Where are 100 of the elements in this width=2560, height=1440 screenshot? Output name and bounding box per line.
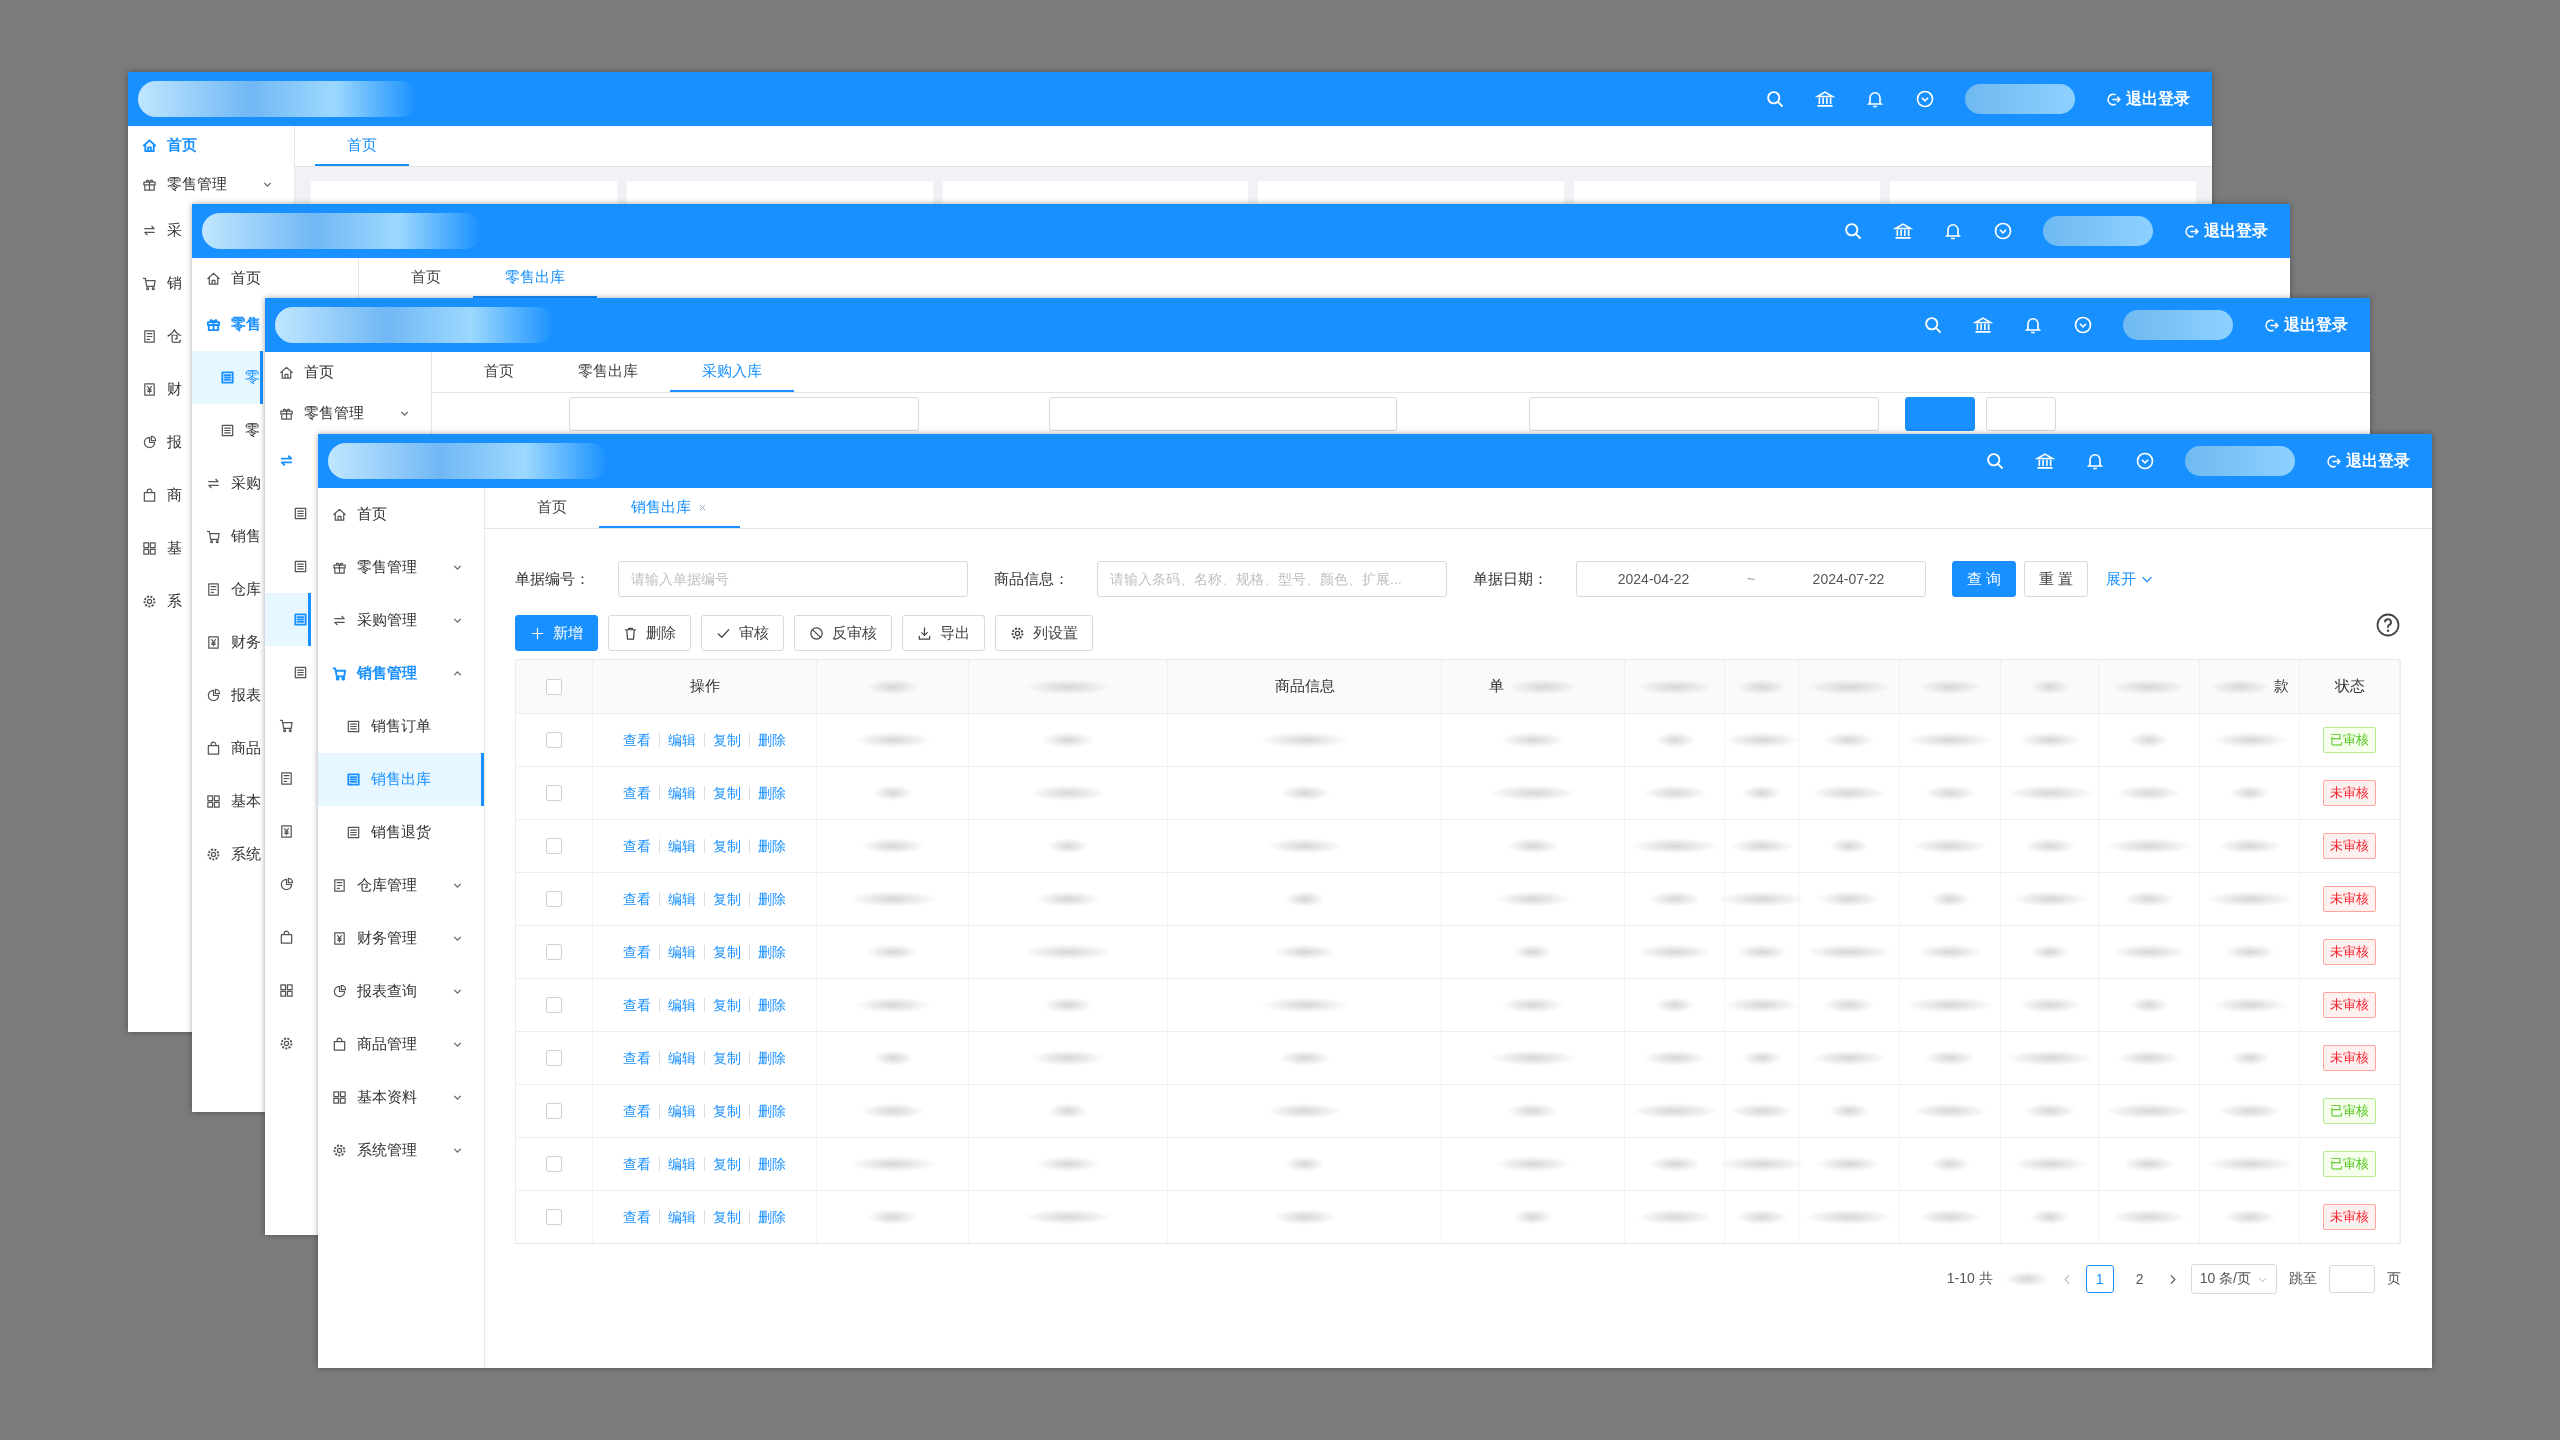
sidebar-item[interactable]: 商 <box>128 469 182 522</box>
action-link[interactable]: 编辑 <box>659 1051 704 1065</box>
action-link[interactable]: 删除 <box>749 1104 794 1118</box>
action-link[interactable]: 查看 <box>615 786 659 800</box>
checkbox[interactable] <box>546 1209 562 1225</box>
sidebar-item[interactable]: 基本资料 <box>318 1071 484 1124</box>
export-button[interactable]: 导出 <box>902 615 985 651</box>
chevron-circle-icon[interactable] <box>1915 89 1935 109</box>
date-range-field[interactable]: 2024-04-22 ~ 2024-07-22 <box>1576 561 1926 597</box>
sidebar-item[interactable]: 商品 <box>192 722 261 775</box>
action-link[interactable]: 复制 <box>704 786 749 800</box>
bell-icon[interactable] <box>2023 315 2043 335</box>
action-link[interactable]: 查看 <box>615 1210 659 1224</box>
action-link[interactable]: 删除 <box>749 1210 794 1224</box>
sidebar-item[interactable]: 仓库 <box>192 563 261 616</box>
sidebar-item[interactable]: 商品管理 <box>318 1018 484 1071</box>
bell-icon[interactable] <box>1943 221 1963 241</box>
action-link[interactable]: 查看 <box>615 945 659 959</box>
approve-button[interactable]: 审核 <box>701 615 784 651</box>
action-link[interactable]: 复制 <box>704 839 749 853</box>
delete-button[interactable]: 删除 <box>608 615 691 651</box>
sidebar-item[interactable]: 财务管理 <box>318 912 484 965</box>
bank-icon[interactable] <box>1893 221 1913 241</box>
logout-button[interactable]: 退出登录 <box>2325 450 2410 472</box>
action-link[interactable]: 删除 <box>749 839 794 853</box>
action-link[interactable]: 删除 <box>749 945 794 959</box>
action-link[interactable]: 编辑 <box>659 839 704 853</box>
page-button[interactable]: 2 <box>2125 1265 2154 1293</box>
tab[interactable]: 零售出库 <box>546 352 670 392</box>
reset-button[interactable]: 重 置 <box>2024 561 2089 597</box>
sidebar-item[interactable]: 基本 <box>192 775 261 828</box>
input-field[interactable] <box>1049 397 1397 431</box>
add-button[interactable]: 新增 <box>515 615 598 651</box>
search-icon[interactable] <box>1765 89 1785 109</box>
sidebar-item[interactable]: 零售管理 <box>318 541 484 594</box>
input-field[interactable] <box>569 397 919 431</box>
sidebar-item[interactable]: 仓库管理 <box>318 859 484 912</box>
expand-link[interactable]: 展开 <box>2106 569 2155 589</box>
search-button[interactable]: 查 询 <box>1952 561 2017 597</box>
help-icon[interactable] <box>2376 613 2400 637</box>
action-link[interactable]: 复制 <box>704 1157 749 1171</box>
bank-icon[interactable] <box>2035 451 2055 471</box>
tab[interactable]: 首页 <box>505 488 599 528</box>
sidebar-item[interactable]: 采购管理 <box>318 594 484 647</box>
input-field[interactable]: 请输入单据编号 <box>618 561 968 597</box>
sidebar-item[interactable]: 系 <box>128 575 182 628</box>
sidebar-item[interactable]: 首页 <box>318 488 484 541</box>
action-link[interactable]: 复制 <box>704 1104 749 1118</box>
action-link[interactable]: 编辑 <box>659 733 704 747</box>
bell-icon[interactable] <box>2085 451 2105 471</box>
sidebar-item[interactable]: 采 <box>128 204 182 257</box>
chevron-circle-icon[interactable] <box>2073 315 2093 335</box>
checkbox[interactable] <box>546 1103 562 1119</box>
checkbox[interactable] <box>546 1050 562 1066</box>
action-link[interactable]: 删除 <box>749 1051 794 1065</box>
action-link[interactable]: 复制 <box>704 1210 749 1224</box>
action-link[interactable]: 复制 <box>704 892 749 906</box>
action-link[interactable]: 复制 <box>704 733 749 747</box>
page-button[interactable]: 1 <box>2085 1265 2114 1293</box>
action-link[interactable]: 查看 <box>615 998 659 1012</box>
input-field[interactable]: 请输入条码、名称、规格、型号、颜色、扩展... <box>1097 561 1447 597</box>
sidebar-item[interactable]: 销售 <box>192 510 261 563</box>
sidebar-item[interactable]: 系统管理 <box>318 1124 484 1177</box>
checkbox[interactable] <box>546 678 562 695</box>
action-link[interactable]: 编辑 <box>659 998 704 1012</box>
action-link[interactable]: 编辑 <box>659 1157 704 1171</box>
bank-icon[interactable] <box>1973 315 1993 335</box>
sidebar-item[interactable]: 销 <box>128 257 182 310</box>
action-link[interactable]: 编辑 <box>659 892 704 906</box>
action-link[interactable]: 删除 <box>749 892 794 906</box>
action-link[interactable]: 删除 <box>749 786 794 800</box>
action-link[interactable]: 复制 <box>704 1051 749 1065</box>
search-icon[interactable] <box>1843 221 1863 241</box>
action-link[interactable]: 查看 <box>615 733 659 747</box>
checkbox[interactable] <box>546 785 562 801</box>
chevron-circle-icon[interactable] <box>2135 451 2155 471</box>
action-link[interactable]: 删除 <box>749 733 794 747</box>
sidebar-item[interactable]: 零 <box>192 404 260 457</box>
checkbox[interactable] <box>546 944 562 960</box>
action-link[interactable]: 查看 <box>615 1051 659 1065</box>
sidebar-item[interactable]: 零售管理 <box>265 393 431 434</box>
sidebar-item[interactable]: 报表 <box>192 669 261 722</box>
sidebar-item[interactable]: 报 <box>128 416 182 469</box>
action-link[interactable]: 查看 <box>615 839 659 853</box>
sidebar-item[interactable]: 销售退货 <box>318 806 484 859</box>
bank-icon[interactable] <box>1815 89 1835 109</box>
sidebar-item[interactable]: 销售订单 <box>318 700 484 753</box>
search-icon[interactable] <box>1985 451 2005 471</box>
search-icon[interactable] <box>1923 315 1943 335</box>
sidebar-item[interactable]: 基 <box>128 522 182 575</box>
chevron-circle-icon[interactable] <box>1993 221 2013 241</box>
action-link[interactable]: 查看 <box>615 1157 659 1171</box>
unapprove-button[interactable]: 反审核 <box>794 615 892 651</box>
sidebar-item[interactable]: 销售管理 <box>318 647 484 700</box>
logout-button[interactable]: 退出登录 <box>2183 220 2268 242</box>
action-link[interactable]: 复制 <box>704 945 749 959</box>
tab[interactable]: 销售出库 <box>599 488 740 528</box>
sidebar-item[interactable]: 首页 <box>128 126 294 165</box>
checkbox[interactable] <box>546 891 562 907</box>
action-link[interactable]: 编辑 <box>659 945 704 959</box>
